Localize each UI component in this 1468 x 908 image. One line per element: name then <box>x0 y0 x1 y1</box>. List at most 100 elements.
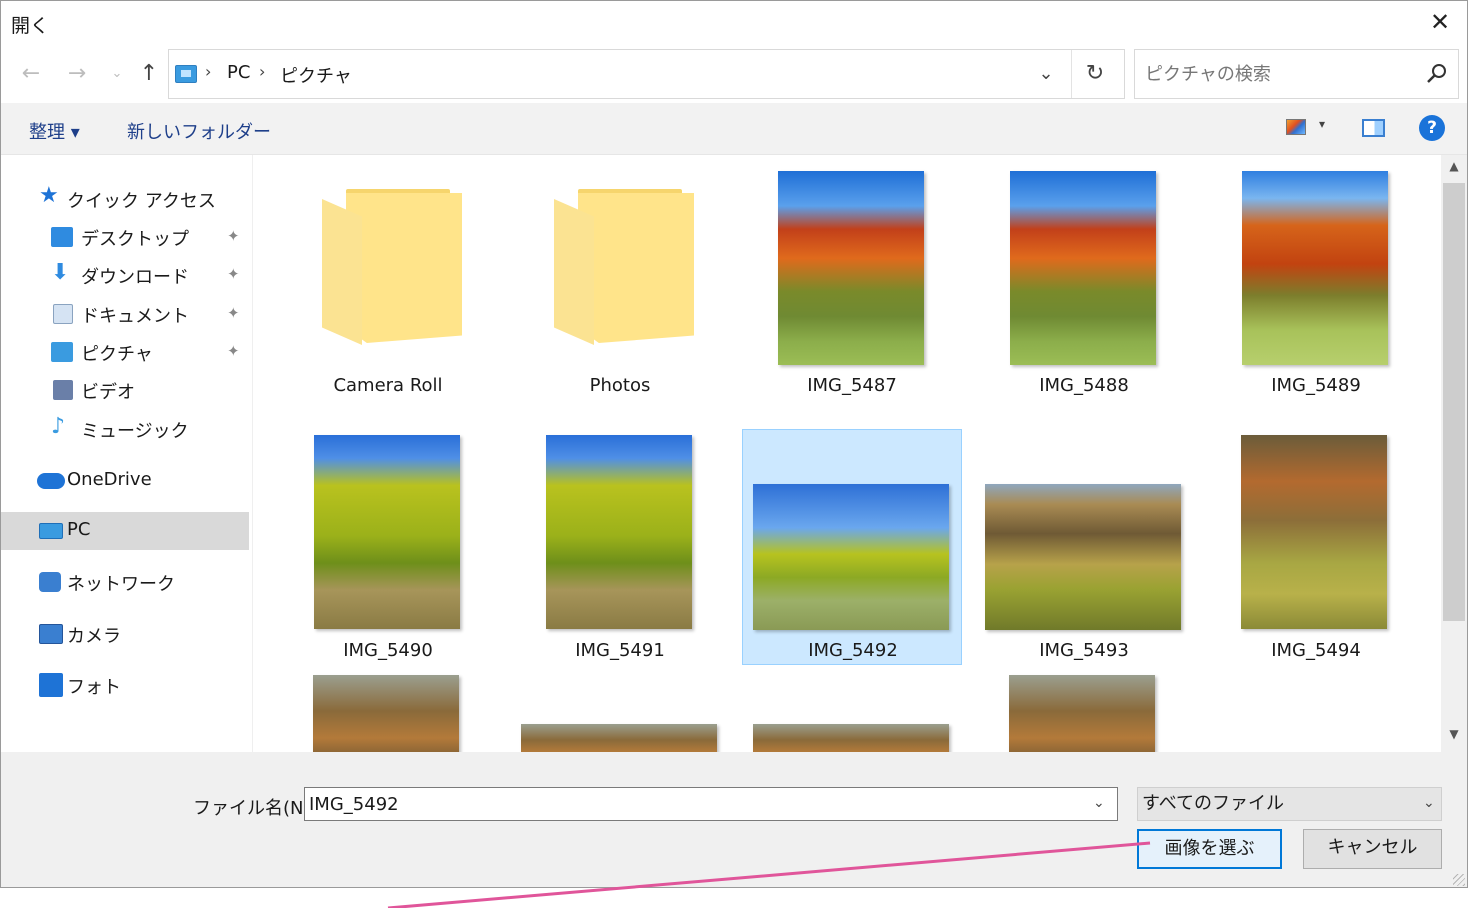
item-label: IMG_5491 <box>575 640 665 661</box>
item-label: IMG_5494 <box>1271 640 1361 661</box>
close-icon[interactable]: ✕ <box>1425 7 1455 37</box>
change-view-icon[interactable] <box>1286 119 1306 135</box>
item-label: Photos <box>589 375 651 396</box>
breadcrumb-separator: › <box>205 62 212 81</box>
photos-icon <box>39 673 63 697</box>
sidebar-item-downloads[interactable]: ⬇ ダウンロード ✦ <box>1 256 249 294</box>
image-thumbnail-partial[interactable] <box>1009 675 1155 752</box>
sidebar-item-pc[interactable]: PC <box>1 512 249 550</box>
image-thumbnail <box>546 435 692 629</box>
title-bar: 開く ✕ <box>1 1 1467 45</box>
item-label: IMG_5488 <box>1039 375 1129 396</box>
search-input[interactable] <box>1134 49 1459 99</box>
vertical-scrollbar[interactable]: ▲ ▼ <box>1441 155 1467 752</box>
download-icon: ⬇ <box>51 260 70 285</box>
sidebar-item-onedrive[interactable]: OneDrive <box>1 462 249 500</box>
folder-flap <box>322 199 362 345</box>
image-item-img-5494[interactable]: IMG_5494 <box>1206 429 1426 665</box>
navigation-bar: ← → ⌄ ↑ › PC › ピクチャ ⌄ ↻ <box>1 45 1467 103</box>
star-icon: ★ <box>39 183 59 208</box>
sidebar-item-music[interactable]: ♪ ミュージック <box>1 410 249 448</box>
cancel-button[interactable]: キャンセル <box>1303 829 1442 869</box>
pin-icon[interactable]: ✦ <box>227 304 240 322</box>
forward-arrow-icon[interactable]: → <box>63 59 91 89</box>
image-thumbnail <box>1010 171 1156 365</box>
dialog-footer: ファイル名(N): ⌄ すべてのファイル ⌄ 画像を選ぶ キャンセル <box>1 752 1467 887</box>
sidebar-item-label: デスクトップ <box>81 229 189 250</box>
address-bar[interactable]: › PC › ピクチャ ⌄ ↻ <box>168 49 1125 99</box>
image-thumbnail <box>1241 435 1387 629</box>
command-bar: 整理 ▾ 新しいフォルダー ▾ ? <box>1 103 1467 155</box>
pc-icon <box>39 523 63 539</box>
organize-button[interactable]: 整理 ▾ <box>29 118 80 144</box>
image-item-img-5493[interactable]: IMG_5493 <box>974 429 1194 665</box>
image-thumbnail-partial[interactable] <box>313 675 459 752</box>
item-label: IMG_5493 <box>1039 640 1129 661</box>
open-file-dialog: 開く ✕ ← → ⌄ ↑ › PC › ピクチャ ⌄ ↻ 整理 ▾ 新しいフォル… <box>0 0 1468 888</box>
file-type-select[interactable]: すべてのファイル <box>1137 787 1442 821</box>
filename-label: ファイル名(N): <box>193 798 317 819</box>
sidebar-item-pictures[interactable]: ピクチャ ✦ <box>1 333 249 371</box>
network-icon <box>39 572 61 592</box>
help-icon[interactable]: ? <box>1419 115 1445 141</box>
image-item-img-5487[interactable]: IMG_5487 <box>742 165 962 401</box>
image-item-img-5489[interactable]: IMG_5489 <box>1206 165 1426 401</box>
filename-input[interactable] <box>304 787 1118 821</box>
sidebar-item-quick-access[interactable]: ★ クイック アクセス <box>1 180 249 218</box>
refresh-icon[interactable]: ↻ <box>1076 50 1114 98</box>
image-item-img-5488[interactable]: IMG_5488 <box>974 165 1194 401</box>
folder-front <box>346 193 462 343</box>
image-thumbnail-partial[interactable] <box>753 724 949 752</box>
breadcrumb-separator: › <box>259 62 266 81</box>
scroll-down-arrow-icon[interactable]: ▼ <box>1441 727 1467 749</box>
sidebar-item-label: クイック アクセス <box>67 191 216 212</box>
new-folder-button[interactable]: 新しいフォルダー <box>127 118 271 144</box>
scroll-up-arrow-icon[interactable]: ▲ <box>1441 159 1467 181</box>
dialog-title: 開く <box>11 15 50 37</box>
back-arrow-icon[interactable]: ← <box>17 59 45 89</box>
search-icon[interactable] <box>1426 62 1448 84</box>
breadcrumb-pictures[interactable]: ピクチャ <box>280 62 352 88</box>
sidebar-item-documents[interactable]: ドキュメント ✦ <box>1 295 249 333</box>
address-divider <box>1071 50 1072 98</box>
preview-pane-icon[interactable] <box>1362 119 1385 137</box>
item-label: IMG_5489 <box>1271 375 1361 396</box>
image-thumbnail-partial[interactable] <box>521 724 717 752</box>
image-thumbnail <box>314 435 460 629</box>
image-thumbnail <box>778 171 924 365</box>
folder-item-camera-roll[interactable]: Camera Roll <box>278 165 498 401</box>
videos-icon <box>53 380 73 400</box>
sidebar-item-camera[interactable]: カメラ <box>1 615 249 653</box>
sidebar-item-label: ドキュメント <box>81 306 189 327</box>
image-item-img-5491[interactable]: IMG_5491 <box>510 429 730 665</box>
up-arrow-icon[interactable]: ↑ <box>135 59 163 89</box>
view-options-caret-icon[interactable]: ▾ <box>1319 117 1325 131</box>
pin-icon[interactable]: ✦ <box>227 265 240 283</box>
file-type-chevron-icon[interactable]: ⌄ <box>1423 795 1435 811</box>
image-item-img-5490[interactable]: IMG_5490 <box>278 429 498 665</box>
pictures-folder-icon <box>175 65 197 83</box>
sidebar-item-photos[interactable]: フォト <box>1 666 249 704</box>
sidebar-item-network[interactable]: ネットワーク <box>1 563 249 601</box>
scroll-thumb[interactable] <box>1443 183 1465 621</box>
recent-locations-chevron-icon[interactable]: ⌄ <box>103 59 131 89</box>
folder-item-photos[interactable]: Photos <box>510 165 730 401</box>
sidebar-item-desktop[interactable]: デスクトップ ✦ <box>1 218 249 256</box>
image-thumbnail <box>1242 171 1388 365</box>
filename-dropdown-chevron-icon[interactable]: ⌄ <box>1093 795 1105 811</box>
item-label: IMG_5490 <box>343 640 433 661</box>
documents-icon <box>53 304 73 324</box>
select-image-button[interactable]: 画像を選ぶ <box>1137 829 1282 869</box>
address-dropdown-chevron-icon[interactable]: ⌄ <box>1026 50 1066 98</box>
pin-icon[interactable]: ✦ <box>227 342 240 360</box>
breadcrumb-pc[interactable]: PC <box>227 62 250 83</box>
folder-front <box>578 193 694 343</box>
resize-grip[interactable] <box>1453 874 1465 886</box>
pin-icon[interactable]: ✦ <box>227 227 240 245</box>
sidebar-item-label: OneDrive <box>67 469 152 490</box>
camera-icon <box>39 624 63 644</box>
desktop-icon <box>51 227 73 247</box>
file-list: Camera Roll Photos IMG_5487 IMG_5488 IMG… <box>254 155 1440 752</box>
sidebar-item-videos[interactable]: ビデオ <box>1 371 249 409</box>
image-item-img-5492[interactable]: IMG_5492 <box>742 429 962 665</box>
